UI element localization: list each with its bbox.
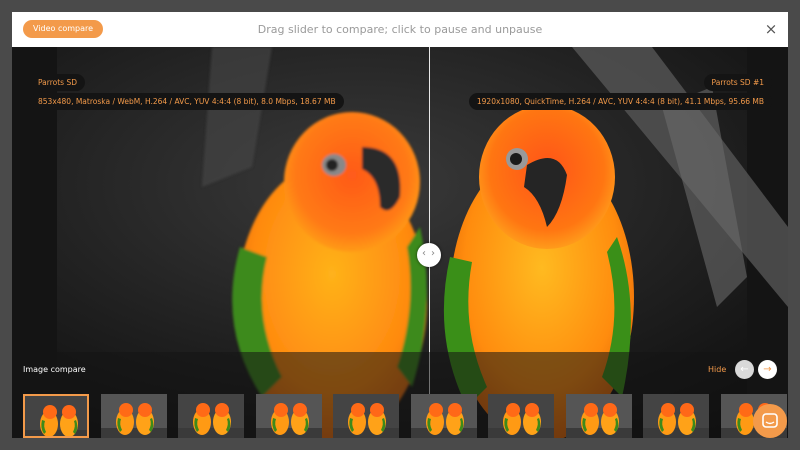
thumbnail-item[interactable] xyxy=(100,394,167,438)
close-icon[interactable]: × xyxy=(762,20,780,38)
thumbnail-item[interactable] xyxy=(178,394,244,438)
thumbnail-item[interactable] xyxy=(333,394,399,438)
arrow-right-icon[interactable]: → xyxy=(758,360,777,379)
right-video-info: 1920x1080, QuickTime, H.264 / AVC, YUV 4… xyxy=(468,93,772,110)
thumbnail-item[interactable] xyxy=(643,394,709,438)
strip-title: Image compare xyxy=(23,365,86,374)
thumbnail-image xyxy=(255,394,322,438)
instruction-text: Drag slider to compare; click to pause a… xyxy=(257,23,543,36)
thumbnail-image xyxy=(178,394,244,438)
chat-icon-glyph xyxy=(762,413,778,428)
slider-handle[interactable]: ‹ › xyxy=(417,243,441,267)
modal-header: Drag slider to compare; click to pause a… xyxy=(12,12,788,47)
thumbnail-image xyxy=(488,394,554,438)
chevron-left-icon: ‹ xyxy=(422,248,426,259)
image-compare-strip: Image compare Hide ← → xyxy=(12,352,788,438)
left-video-name: Parrots SD xyxy=(30,74,86,91)
right-video-name: Parrots SD #1 xyxy=(703,74,772,91)
thumbnail-image xyxy=(565,394,632,438)
left-video-info: 853x480, Matroska / WebM, H.264 / AVC, Y… xyxy=(30,93,344,110)
thumbnail-item[interactable] xyxy=(23,394,89,438)
hide-link[interactable]: Hide xyxy=(708,365,726,374)
chat-icon[interactable] xyxy=(753,404,787,438)
thumbnail-image xyxy=(25,396,87,436)
video-compare-button[interactable]: Video compare xyxy=(23,20,104,38)
thumbnail-item[interactable] xyxy=(565,394,632,438)
thumbnail-item[interactable] xyxy=(410,394,477,438)
thumbnail-image xyxy=(410,394,477,438)
compare-stage[interactable]: ‹ › Parrots SD 853x480, Matroska / WebM,… xyxy=(12,47,788,438)
chevron-right-icon: › xyxy=(431,248,435,259)
compare-modal: Drag slider to compare; click to pause a… xyxy=(12,12,788,438)
thumbnail-image xyxy=(100,394,167,438)
thumbnail-image xyxy=(643,394,709,438)
thumbnail-item[interactable] xyxy=(255,394,322,438)
thumbnail-item[interactable] xyxy=(488,394,554,438)
arrow-left-icon[interactable]: ← xyxy=(735,360,754,379)
thumbnail-image xyxy=(333,394,399,438)
